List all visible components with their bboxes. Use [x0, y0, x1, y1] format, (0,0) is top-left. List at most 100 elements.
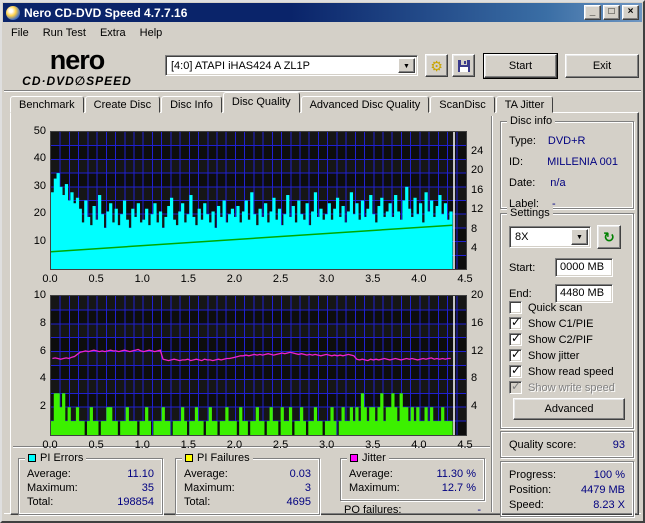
position-value: 4479 MB — [580, 483, 625, 496]
disc-type-label: Type: — [509, 134, 536, 147]
disc-id-value: MILLENIA 001 — [547, 155, 618, 168]
tab-ta-jitter[interactable]: TA Jitter — [495, 96, 554, 113]
tab-create-disc[interactable]: Create Disc — [84, 96, 161, 113]
close-button[interactable]: × — [622, 5, 639, 20]
cd-dvd-speed-logo-text: CD·DVD∅SPEED — [22, 74, 132, 88]
y-axis-left-tick-label: 30 — [33, 179, 46, 192]
nero-logo-text: nero — [49, 45, 106, 75]
start-button[interactable]: Start — [483, 53, 558, 79]
po-failures-value: - — [477, 504, 481, 516]
x-axis-tick-label: 1.5 — [180, 439, 196, 451]
maximize-button[interactable]: □ — [603, 5, 620, 20]
menubar: File Run Test Extra Help — [4, 23, 641, 42]
show-c2-pif-checkbox[interactable]: Show C2/PIF — [509, 331, 593, 347]
quality-score-value: 93 — [612, 438, 625, 451]
menu-file[interactable]: File — [4, 25, 36, 41]
progress-value: 100 % — [593, 468, 625, 481]
pi-failures-jitter-chart — [50, 295, 467, 436]
tab-scandisc[interactable]: ScanDisc — [430, 96, 495, 113]
scan-speed-select[interactable]: 8X ▼ — [509, 226, 591, 248]
checkbox-icon[interactable] — [509, 363, 522, 378]
x-axis-tick-label: 3.0 — [319, 273, 335, 285]
pi-failures-maximum: 3 — [304, 482, 311, 494]
x-axis-tick-label: 3.0 — [319, 439, 335, 451]
y-axis-left-tick-label: 8 — [39, 316, 46, 329]
drive-select[interactable]: [4:0] ATAPI iHAS424 A ZL1P ▼ — [165, 55, 418, 76]
y-axis-right-tick-label: 20 — [471, 164, 484, 177]
po-failures-row: PO failures: - — [342, 503, 483, 517]
pi-errors-maximum: 35 — [141, 482, 154, 494]
tab-disc-info[interactable]: Disc Info — [161, 96, 222, 113]
tab-advanced-disc-quality[interactable]: Advanced Disc Quality — [300, 96, 430, 113]
x-axis-tick-label: 1.5 — [180, 273, 196, 285]
tab-disc-quality[interactable]: Disc Quality — [222, 92, 300, 113]
start-field[interactable]: 0000 MB — [555, 258, 613, 277]
progress-panel: Progress: 100 % Position: 4479 MB Speed: 8.… — [500, 461, 634, 517]
options-button[interactable]: ⚙ — [425, 54, 448, 77]
app-icon — [6, 5, 20, 20]
po-failures-label: PO failures: — [344, 504, 402, 516]
x-axis-tick-label: 1.0 — [134, 439, 150, 451]
x-axis-tick-label: 4.0 — [411, 273, 427, 285]
start-field-label: Start: — [509, 262, 536, 274]
pi-errors-legend-swatch — [28, 454, 36, 462]
checkbox-icon[interactable] — [509, 301, 522, 314]
chevron-down-icon[interactable]: ▼ — [571, 229, 588, 245]
advanced-button[interactable]: Advanced — [513, 398, 625, 420]
tab-benchmark[interactable]: Benchmark — [10, 96, 84, 113]
show-c1-pie-checkbox[interactable]: Show C1/PIE — [509, 315, 593, 331]
options-icon: ⚙ — [430, 57, 443, 74]
x-axis-tick-label: 4.5 — [457, 439, 473, 451]
x-axis-tick-label: 4.5 — [457, 273, 473, 285]
disc-label-value: - — [551, 197, 556, 210]
jitter-title: Jitter — [347, 452, 389, 464]
settings-title: Settings — [507, 207, 553, 219]
y-axis-left-tick-label: 10 — [33, 289, 46, 301]
exit-button[interactable]: Exit — [565, 54, 639, 78]
x-axis-tick-label: 3.5 — [365, 273, 381, 285]
save-button[interactable] — [452, 54, 475, 77]
refresh-button[interactable]: ↻ — [597, 225, 621, 249]
position-label: Position: — [509, 483, 552, 496]
jitter-group: Jitter Average: 11.30 % Maximum: 12.7 % — [340, 452, 485, 501]
menu-run-test[interactable]: Run Test — [36, 25, 93, 41]
menu-extra[interactable]: Extra — [93, 25, 133, 41]
checkbox-icon[interactable] — [509, 347, 522, 362]
app-window: Nero CD-DVD Speed 4.7.7.16 _ □ × File Ru… — [0, 0, 645, 523]
y-axis-right-tick-label: 16 — [471, 183, 484, 196]
quality-score-panel: Quality score: 93 — [500, 431, 634, 458]
x-axis-tick-label: 4.0 — [411, 439, 427, 451]
x-axis-tick-label: 2.5 — [272, 439, 289, 451]
y-axis-right-tick-label: 8 — [471, 222, 478, 235]
titlebar: Nero CD-DVD Speed 4.7.7.16 _ □ × — [3, 3, 642, 22]
pi-failures-total: 4695 — [286, 496, 311, 508]
quick-scan-checkbox[interactable]: Quick scan — [509, 300, 582, 315]
y-axis-left-tick-label: 50 — [33, 125, 46, 137]
x-axis-tick-label: 0.0 — [42, 439, 58, 451]
x-axis-tick-label: 0.5 — [88, 273, 104, 285]
pi-failures-title: PI Failures — [182, 452, 253, 464]
disc-info-group: Disc info Type: DVD+R ID: MILLENIA 001 Dat… — [500, 115, 634, 210]
chevron-down-icon[interactable]: ▼ — [398, 58, 415, 73]
x-axis-tick-label: 2.0 — [226, 439, 243, 451]
show-jitter-checkbox[interactable]: Show jitter — [509, 347, 579, 363]
disc-quality-page: Disc info Type: DVD+R ID: MILLENIA 001 Dat… — [10, 112, 639, 517]
x-axis-tick-label: 2.0 — [226, 273, 243, 285]
checkbox-icon[interactable] — [509, 331, 522, 346]
pi-errors-group: PI Errors Average: 11.10 Maximum: 35 Total… — [18, 452, 163, 515]
tabstrip: Benchmark Create Disc Disc Info Disc Qua… — [10, 92, 554, 113]
x-axis-tick-label: 2.5 — [272, 273, 289, 285]
disc-date-value: n/a — [550, 176, 566, 189]
end-field-label: End: — [509, 288, 532, 300]
checkbox-icon[interactable] — [509, 315, 522, 330]
x-axis-tick-label: 3.5 — [365, 439, 381, 451]
window-title: Nero CD-DVD Speed 4.7.7.16 — [24, 5, 188, 20]
scan-speed-value: 8X — [515, 231, 529, 243]
show-read-speed-checkbox[interactable]: Show read speed — [509, 363, 614, 379]
minimize-button[interactable]: _ — [584, 5, 601, 20]
disc-id-label: ID: — [509, 155, 524, 168]
y-axis-right-tick-label: 8 — [471, 372, 478, 385]
menu-help[interactable]: Help — [133, 25, 170, 41]
disc-date-label: Date: — [509, 176, 536, 189]
y-axis-right-tick-label: 12 — [471, 344, 484, 357]
